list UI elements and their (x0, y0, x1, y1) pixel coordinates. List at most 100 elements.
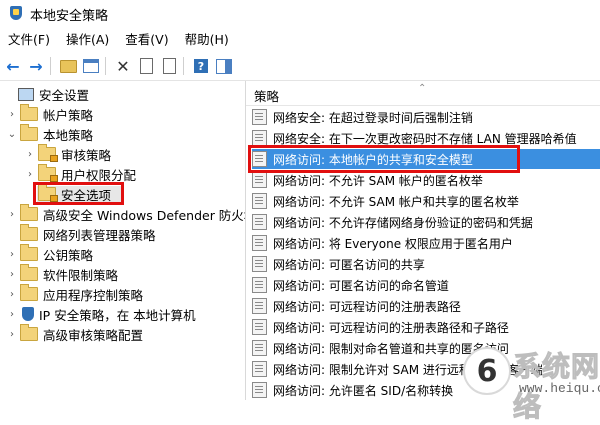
policy-label: 网络访问: 不允许存储网络身份验证的密码和凭据 (273, 215, 533, 230)
chevron-right-icon[interactable]: › (6, 209, 18, 220)
properties-icon[interactable] (136, 56, 156, 76)
folder-icon (20, 224, 38, 241)
policy-label: 网络访问: 可远程访问的注册表路径和子路径 (273, 320, 509, 335)
menu-view[interactable]: 查看(V) (117, 29, 176, 51)
menu-action[interactable]: 操作(A) (58, 29, 117, 51)
column-header-policy[interactable]: 策略 ⌃ (246, 81, 600, 106)
policy-icon (252, 340, 267, 356)
policy-row[interactable]: 网络安全: 在超过登录时间后强制注销 (252, 107, 596, 127)
policy-label: 网络访问: 将 Everyone 权限应用于匿名用户 (273, 236, 513, 251)
tree-item-label: 用户权限分配 (61, 167, 137, 183)
policy-row[interactable]: 网络访问: 可匿名访问的共享 (252, 254, 596, 274)
policy-row[interactable]: 网络访问: 不允许 SAM 帐户的匿名枚举 (252, 170, 596, 190)
shield-icon (22, 307, 34, 321)
policy-label: 网络访问: 不允许 SAM 帐户和共享的匿名枚举 (273, 194, 519, 209)
tree-item-label: 公钥策略 (43, 247, 94, 263)
toolbar: ← → ✕ ? (0, 52, 600, 81)
tree-item-software-restriction[interactable]: › 软件限制策略 (6, 264, 118, 284)
policy-label: 网络访问: 允许匿名 SID/名称转换 (273, 383, 454, 398)
sort-ascending-icon: ⌃ (418, 83, 427, 94)
policy-icon (252, 361, 267, 377)
policy-icon (252, 235, 267, 251)
back-arrow-icon[interactable]: ← (3, 56, 23, 76)
chevron-right-icon[interactable]: › (6, 269, 18, 280)
policy-icon (252, 319, 267, 335)
tree-item-label: IP 安全策略，在 本地计算机 (39, 307, 196, 323)
menu-file[interactable]: 文件(F) (0, 29, 58, 51)
policy-icon (252, 256, 267, 272)
tree-item-account-policies[interactable]: › 帐户策略 (6, 104, 93, 124)
chevron-right-icon[interactable]: › (6, 249, 18, 260)
tree-item-ip-security[interactable]: › IP 安全策略，在 本地计算机 (6, 304, 196, 324)
toolbar-separator (50, 57, 51, 75)
chevron-right-icon[interactable]: › (6, 329, 18, 340)
folder-icon (20, 104, 38, 121)
tree-item-label: 审核策略 (61, 147, 112, 163)
folder-icon (20, 124, 38, 141)
policy-icon (252, 172, 267, 188)
chevron-down-icon[interactable]: ⌄ (6, 129, 18, 140)
tree-item-user-rights[interactable]: › 用户权限分配 (24, 164, 136, 184)
tree-item-network-list[interactable]: 网络列表管理器策略 (6, 224, 156, 244)
tree-item-label: 本地策略 (43, 127, 94, 143)
policy-icon (252, 382, 267, 398)
tree-item-defender-firewall[interactable]: › 高级安全 Windows Defender 防火墙 (6, 204, 246, 224)
chevron-right-icon[interactable]: › (6, 109, 18, 120)
folder-icon (20, 264, 38, 281)
tree-item-label: 高级审核策略配置 (43, 327, 144, 343)
tree-item-public-key[interactable]: › 公钥策略 (6, 244, 93, 264)
tree-item-label: 网络列表管理器策略 (43, 227, 156, 243)
menu-bar: 文件(F) 操作(A) 查看(V) 帮助(H) (0, 29, 600, 51)
policy-row[interactable]: 网络访问: 不允许存储网络身份验证的密码和凭据 (252, 212, 596, 232)
tree-item-label: 高级安全 Windows Defender 防火墙 (43, 207, 246, 223)
tree-item-local-policies[interactable]: ⌄ 本地策略 (6, 124, 93, 144)
policy-label: 网络访问: 可远程访问的注册表路径 (273, 299, 461, 314)
menu-help[interactable]: 帮助(H) (177, 29, 237, 51)
security-policy-app-icon (8, 6, 24, 22)
policy-row[interactable]: 网络访问: 不允许 SAM 帐户和共享的匿名枚举 (252, 191, 596, 211)
forward-arrow-icon[interactable]: → (26, 56, 46, 76)
column-header-label: 策略 (254, 89, 280, 104)
toolbar-separator (105, 57, 106, 75)
policy-icon (252, 109, 267, 125)
tree-item-label: 软件限制策略 (43, 267, 119, 283)
policy-row[interactable]: 网络访问: 可远程访问的注册表路径和子路径 (252, 317, 596, 337)
folder-icon (20, 324, 38, 341)
tree-item-advanced-audit[interactable]: › 高级审核策略配置 (6, 324, 143, 344)
window-title: 本地安全策略 (30, 8, 109, 24)
delete-icon[interactable]: ✕ (113, 56, 133, 76)
title-bar: 本地安全策略 (0, 0, 600, 28)
folder-icon (20, 244, 38, 261)
policy-icon (252, 193, 267, 209)
tree-item-label: 安全设置 (39, 87, 90, 103)
folder-lock-icon (38, 164, 58, 182)
folder-icon (20, 204, 38, 221)
policy-row[interactable]: 网络访问: 将 Everyone 权限应用于匿名用户 (252, 233, 596, 253)
policy-row[interactable]: 网络访问: 可匿名访问的命名管道 (252, 275, 596, 295)
computer-icon (18, 87, 34, 101)
highlight-box-selected-policy (248, 145, 520, 173)
show-hide-tree-icon[interactable] (81, 56, 101, 76)
tree-item-audit-policy[interactable]: › 审核策略 (24, 144, 111, 164)
action-pane-icon[interactable] (214, 56, 234, 76)
tree-item-label: 应用程序控制策略 (43, 287, 144, 303)
policy-icon (252, 277, 267, 293)
policy-label: 网络访问: 可匿名访问的命名管道 (273, 278, 449, 293)
folder-icon (20, 284, 38, 301)
policy-row[interactable]: 网络访问: 可远程访问的注册表路径 (252, 296, 596, 316)
toolbar-separator (183, 57, 184, 75)
console-tree: 安全设置 › 帐户策略 ⌄ 本地策略 › 审核策略 › 用户权限分配 安全选项 … (0, 81, 246, 400)
folder-lock-icon (38, 144, 58, 162)
site-watermark: 6 系统网络 www.heiqu.com (455, 345, 600, 424)
folder-up-icon[interactable] (58, 56, 78, 76)
chevron-right-icon[interactable]: › (6, 289, 18, 300)
chevron-right-icon[interactable]: › (6, 309, 18, 320)
tree-item-security-settings[interactable]: 安全设置 (4, 84, 89, 104)
help-icon[interactable]: ? (191, 56, 211, 76)
tree-item-app-control[interactable]: › 应用程序控制策略 (6, 284, 143, 304)
chevron-right-icon[interactable]: › (24, 149, 36, 160)
policy-icon (252, 130, 267, 146)
policy-icon (252, 298, 267, 314)
export-icon[interactable] (159, 56, 179, 76)
chevron-right-icon[interactable]: › (24, 169, 36, 180)
